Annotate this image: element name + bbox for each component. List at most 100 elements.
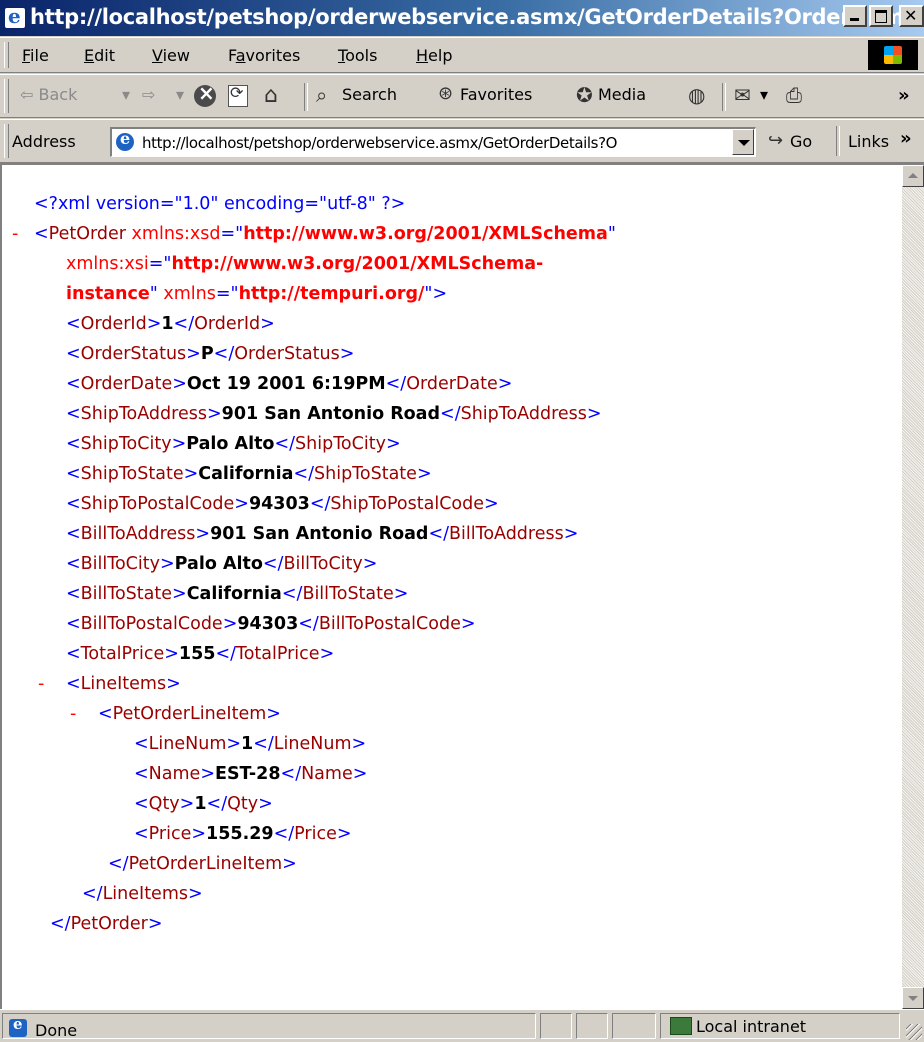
xml-element-line: <LineNum>1</LineNum> [134,734,367,754]
xml-element-line: <Qty>1</Qty> [134,794,273,814]
menu-edit[interactable]: Edit [84,46,115,65]
xml-document: <?xml version="1.0" encoding="utf-8" ?> … [2,165,902,1009]
window-title: http://localhost/petshop/orderwebservice… [30,5,924,29]
xml-lineitems-close: </LineItems> [82,884,203,904]
xml-value: 901 San Antonio Road [210,524,429,544]
xml-lineitem-fields: <LineNum>1</LineNum> <Name>EST-28</Name> <… [2,729,902,849]
xml-fields: <OrderId>1</OrderId> <OrderStatus>P</Orde… [2,309,902,669]
xml-lineitem-open: - <PetOrderLineItem> [2,699,902,729]
address-input[interactable]: http://localhost/petshop/orderwebservice… [110,127,756,157]
xml-value: Oct 19 2001 6:19PM [186,374,386,394]
xml-value: 94303 [248,494,310,514]
xml-value: 155 [178,644,216,664]
forward-button[interactable]: ⇨ [142,85,155,104]
search-button[interactable]: Search [342,85,397,104]
menu-bar: File Edit View Favorites Tools Help [0,37,924,73]
toolbar-separator [304,83,308,111]
xml-element-line: <BillToState>California</BillToState> [66,584,409,604]
xml-element-line: <ShipToCity>Palo Alto</ShipToCity> [66,434,401,454]
standard-toolbar: ⇦ Back ▾ ⇨ ▾ ⌂ ⌕ Search ⊛ Favorites ✪ Me… [0,74,924,118]
scroll-up-button[interactable] [902,165,924,187]
xml-value: 1 [241,734,254,754]
collapse-toggle[interactable]: - [12,219,18,249]
address-label: Address [12,132,76,151]
page-icon [116,129,134,151]
xml-value: P [200,344,214,364]
status-panel [540,1013,572,1039]
intranet-zone-icon [670,1017,692,1035]
menu-tools[interactable]: Tools [338,46,377,65]
forward-dropdown-icon[interactable]: ▾ [176,85,184,104]
close-button[interactable] [899,5,924,27]
xml-element-line: <OrderStatus>P</OrderStatus> [66,344,355,364]
media-icon: ✪ [576,83,593,107]
xml-element-line: <ShipToAddress>901 San Antonio Road</Shi… [66,404,602,424]
xml-root-open-line: - <PetOrder xmlns:xsd="http://www.w3.org/… [2,219,902,249]
address-url[interactable]: http://localhost/petshop/orderwebservice… [142,134,617,152]
page-status-icon [9,1015,27,1037]
menu-file[interactable]: File [22,46,49,65]
collapse-toggle[interactable]: - [38,669,44,699]
resize-grip[interactable] [906,1024,922,1040]
xml-value: California [186,584,282,604]
back-button[interactable]: ⇦ Back [20,85,77,104]
vertical-scrollbar[interactable] [902,165,924,1009]
search-icon: ⌕ [316,83,328,107]
xml-value: Palo Alto [174,554,263,574]
minimize-button[interactable] [843,5,867,27]
go-button[interactable]: Go [790,132,812,151]
toolbar-more-chevron-icon[interactable]: » [898,85,910,106]
favorites-icon: ⊛ [438,83,454,104]
xml-element-line: <OrderId>1</OrderId> [66,314,275,334]
xml-root-close: </PetOrder> [50,914,163,934]
xml-element-line: <ShipToPostalCode>94303</ShipToPostalCod… [66,494,499,514]
history-icon[interactable]: ◍ [688,83,705,107]
status-panel [576,1013,608,1039]
links-chevron-icon[interactable]: » [900,128,912,149]
xml-element-line: <TotalPrice>155</TotalPrice> [66,644,335,664]
title-bar: http://localhost/petshop/orderwebservice… [0,0,924,36]
xml-value: 1 [194,794,207,814]
page-content: <?xml version="1.0" encoding="utf-8" ?> … [0,163,924,1009]
xml-value: 94303 [237,614,299,634]
security-zone-text: Local intranet [696,1017,807,1036]
collapse-toggle[interactable]: - [70,699,76,729]
maximize-button[interactable] [869,5,893,27]
windows-logo-icon [868,40,918,70]
ie-app-icon[interactable] [4,4,26,29]
xml-element-line: <Name>EST-28</Name> [134,764,368,784]
go-arrow-icon[interactable]: ↪ [768,130,783,151]
stop-icon[interactable] [194,81,216,107]
address-dropdown-button[interactable] [732,129,754,155]
xml-root-attr-line: instance" xmlns="http://tempuri.org/"> [66,284,448,304]
toolbar-separator [722,83,726,111]
menu-view[interactable]: View [152,46,190,65]
xml-value: California [198,464,294,484]
menu-help[interactable]: Help [416,46,452,65]
xml-element-line: <BillToCity>Palo Alto</BillToCity> [66,554,378,574]
links-button[interactable]: Links [848,132,889,151]
mail-icon[interactable]: ✉ [734,83,751,107]
address-grip[interactable] [4,124,9,158]
status-text: Done [35,1021,78,1040]
xml-element-line: <OrderDate>Oct 19 2001 6:19PM</OrderDate… [66,374,513,394]
home-icon[interactable]: ⌂ [264,83,278,108]
xml-value: EST-28 [214,764,281,784]
xml-root-attr-line: xmlns:xsi="http://www.w3.org/2001/XMLSch… [66,254,544,274]
xml-value: 155.29 [206,824,274,844]
xml-element-line: <BillToAddress>901 San Antonio Road</Bil… [66,524,579,544]
xml-value: 1 [161,314,174,334]
back-dropdown-icon[interactable]: ▾ [122,85,130,104]
scroll-down-button[interactable] [902,987,924,1009]
refresh-icon[interactable] [228,83,248,107]
media-button[interactable]: Media [598,85,646,104]
toolbar-grip[interactable] [4,79,9,113]
menu-favorites[interactable]: Favorites [228,46,300,65]
menu-grip[interactable] [4,42,9,68]
favorites-button[interactable]: Favorites [460,85,532,104]
xml-declaration: <?xml version="1.0" encoding="utf-8" ?> [34,194,406,214]
print-icon[interactable]: ⎙ [786,83,802,107]
address-bar: Address http://localhost/petshop/orderwe… [0,119,924,163]
mail-dropdown-icon[interactable]: ▾ [760,85,768,104]
status-bar: Done Local intranet [0,1009,924,1042]
